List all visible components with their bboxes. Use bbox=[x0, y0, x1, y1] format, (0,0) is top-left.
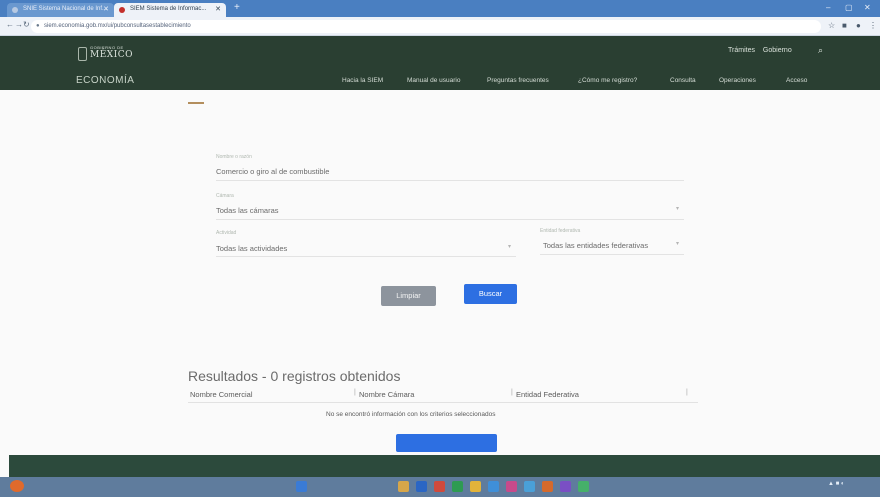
nombre-input[interactable]: Comercio o giro al de combustible bbox=[216, 167, 329, 176]
section-name[interactable]: ECONOMÍA bbox=[76, 75, 134, 86]
favicon-icon bbox=[12, 7, 18, 13]
empty-results-message: No se encontró información con los crite… bbox=[326, 411, 496, 418]
reload-icon[interactable]: ↻ bbox=[23, 20, 30, 29]
teams-icon[interactable] bbox=[560, 481, 571, 492]
close-tab-icon[interactable]: ✕ bbox=[103, 5, 109, 13]
chrome-icon[interactable] bbox=[470, 481, 481, 492]
field-label-entidad: Entidad federativa bbox=[540, 228, 581, 234]
logo-big-text: MÉXICO bbox=[90, 50, 134, 60]
field-label-nombre: Nombre o razón bbox=[216, 154, 252, 160]
column-separator: | bbox=[354, 389, 356, 396]
table-header-divider bbox=[188, 402, 698, 403]
column-separator: | bbox=[686, 389, 688, 396]
column-header-nombre-comercial[interactable]: Nombre Comercial bbox=[190, 390, 253, 399]
menu-item-hacia[interactable]: Hacia la SIEM bbox=[342, 77, 383, 84]
bottom-action-button[interactable] bbox=[396, 434, 497, 452]
column-header-nombre-camara[interactable]: Nombre Cámara bbox=[359, 390, 414, 399]
chevron-down-icon: ▾ bbox=[676, 241, 680, 247]
column-header-entidad[interactable]: Entidad Federativa bbox=[516, 390, 579, 399]
close-tab-icon[interactable]: ✕ bbox=[215, 5, 221, 13]
browser-toolbar: ← → ↻ ● siem.economia.gob.mx/ui/pubconsu… bbox=[0, 17, 880, 36]
app-icon[interactable] bbox=[506, 481, 517, 492]
profile-icon[interactable]: ● bbox=[856, 21, 861, 30]
top-links: Trámites Gobierno bbox=[728, 47, 798, 54]
menu-item-registro[interactable]: ¿Cómo me registro? bbox=[578, 77, 637, 84]
screen: SNIE Sistema Nacional de Inf... ✕ SIEM S… bbox=[0, 0, 880, 497]
actividad-select[interactable]: Todas las actividades bbox=[216, 244, 287, 253]
gobierno-logo[interactable]: GOBIERNO DE MÉXICO bbox=[78, 45, 140, 67]
field-label-actividad: Actividad bbox=[216, 230, 237, 236]
chevron-down-icon: ▾ bbox=[676, 206, 680, 212]
system-tray-clock[interactable]: ▲ ■ ◐ bbox=[828, 481, 845, 487]
menu-item-manual[interactable]: Manual de usuario bbox=[407, 77, 460, 84]
results-title: Resultados - 0 registros obtenidos bbox=[188, 368, 401, 384]
search-button[interactable]: Buscar bbox=[464, 284, 517, 304]
menu-item-preguntas[interactable]: Preguntas frecuentes bbox=[487, 77, 549, 84]
search-icon[interactable]: ⌕ bbox=[818, 45, 823, 56]
chevron-down-icon: ▾ bbox=[508, 244, 512, 250]
plus-icon[interactable]: + bbox=[234, 3, 240, 13]
tab-label: SNIE Sistema Nacional de Inf... bbox=[23, 6, 108, 12]
favicon-icon bbox=[119, 7, 125, 13]
excel-icon[interactable] bbox=[452, 481, 463, 492]
clear-button[interactable]: Limpiar bbox=[381, 286, 436, 306]
accent-bar bbox=[188, 102, 204, 104]
url-text: siem.economia.gob.mx/ui/pubconsultasesta… bbox=[44, 23, 191, 29]
field-label-camara: Cámara bbox=[216, 193, 234, 199]
app-icon[interactable] bbox=[578, 481, 589, 492]
browser-tab-strip: SNIE Sistema Nacional de Inf... ✕ SIEM S… bbox=[0, 0, 880, 17]
close-icon[interactable]: ✕ bbox=[864, 3, 871, 12]
entidad-select[interactable]: Todas las entidades federativas bbox=[543, 241, 648, 250]
outlook-icon[interactable] bbox=[524, 481, 535, 492]
field-underline bbox=[540, 254, 684, 255]
menu-item-consulta[interactable]: Consulta bbox=[670, 77, 696, 84]
menu-icon[interactable]: ⋮ bbox=[869, 21, 877, 30]
camara-select[interactable]: Todas las cámaras bbox=[216, 206, 279, 215]
field-underline bbox=[216, 256, 516, 257]
link-gobierno[interactable]: Gobierno bbox=[763, 47, 792, 54]
forward-icon[interactable]: → bbox=[15, 20, 23, 29]
maximize-icon[interactable]: ▢ bbox=[845, 3, 853, 12]
link-tramites[interactable]: Trámites bbox=[728, 47, 755, 54]
menu-item-operaciones[interactable]: Operaciones bbox=[719, 77, 756, 84]
back-icon[interactable]: ← bbox=[6, 20, 14, 29]
browser-tab-siem[interactable]: SIEM Sistema de Informac... ✕ bbox=[114, 3, 226, 17]
field-underline bbox=[216, 180, 684, 181]
word-icon[interactable] bbox=[416, 481, 427, 492]
menu-item-acceso[interactable]: Acceso bbox=[786, 77, 807, 84]
tab-label: SIEM Sistema de Informac... bbox=[130, 6, 207, 12]
emblem-icon bbox=[78, 47, 87, 61]
edge-icon[interactable] bbox=[488, 481, 499, 492]
minimize-icon[interactable]: – bbox=[826, 3, 830, 12]
column-separator: | bbox=[511, 389, 513, 396]
star-icon[interactable]: ☆ bbox=[828, 21, 835, 30]
app-icon[interactable] bbox=[434, 481, 445, 492]
lock-icon: ● bbox=[36, 23, 40, 29]
windows-icon[interactable] bbox=[296, 481, 307, 492]
field-underline bbox=[216, 219, 684, 220]
browser-tab-snie[interactable]: SNIE Sistema Nacional de Inf... ✕ bbox=[7, 3, 114, 17]
start-icon[interactable] bbox=[10, 480, 24, 492]
folder-icon[interactable] bbox=[398, 481, 409, 492]
powerpoint-icon[interactable] bbox=[542, 481, 553, 492]
address-bar[interactable]: ● siem.economia.gob.mx/ui/pubconsultases… bbox=[31, 20, 821, 33]
extension-icon[interactable]: ■ bbox=[842, 21, 847, 30]
site-footer bbox=[9, 455, 880, 477]
